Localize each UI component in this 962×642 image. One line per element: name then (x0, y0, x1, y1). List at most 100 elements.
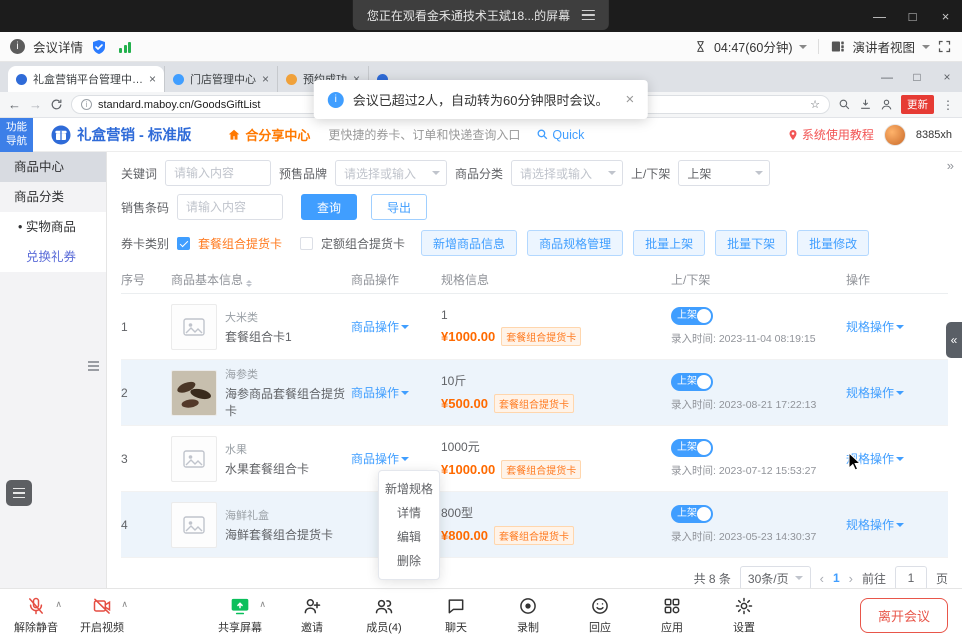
members-button[interactable]: 成员(4) (362, 596, 406, 635)
update-button[interactable]: 更新 (901, 95, 934, 114)
batch-edit-button[interactable]: 批量修改 (797, 230, 869, 256)
site-info-icon[interactable]: i (81, 99, 92, 110)
security-shield-icon[interactable] (91, 39, 107, 55)
price: ¥1000.00 (441, 462, 495, 477)
browser-maximize-button[interactable]: □ (902, 62, 932, 92)
spec-action-link[interactable]: 规格操作 (846, 318, 904, 335)
browser-tab-active[interactable]: 礼盒营销平台管理中… × (8, 66, 164, 92)
sidebar-section-goods-center[interactable]: 商品中心 (0, 152, 106, 182)
category-select[interactable]: 请选择或输入 (511, 160, 623, 186)
share-options-expand-icon[interactable]: ∧ (259, 599, 266, 610)
refresh-icon[interactable] (50, 98, 63, 111)
shelf-status-select[interactable]: 上架 (678, 160, 770, 186)
share-center-link[interactable]: 合分享中心 (227, 125, 310, 144)
tab-close-icon[interactable]: × (262, 72, 269, 86)
browser-menu-icon[interactable]: ⋮ (942, 98, 954, 112)
batch-off-shelf-button[interactable]: 批量下架 (715, 230, 787, 256)
toast-close-icon[interactable]: × (625, 91, 634, 108)
menu-item-add-spec[interactable]: 新增规格 (379, 477, 439, 501)
browser-tab[interactable]: 门店管理中心 × (164, 66, 277, 92)
chevron-down-icon (795, 576, 803, 584)
banner-menu-icon[interactable] (582, 10, 595, 21)
forward-button[interactable]: → (29, 97, 42, 112)
next-page-button[interactable]: › (849, 571, 853, 586)
add-product-button[interactable]: 新增商品信息 (421, 230, 517, 256)
keyword-label: 关键词 (121, 165, 157, 182)
on-shelf-toggle[interactable]: 上架 (671, 373, 713, 391)
maximize-button[interactable]: □ (896, 0, 929, 32)
search-icon[interactable] (838, 98, 851, 111)
sidebar-item-physical-goods[interactable]: • 实物商品 (0, 212, 106, 242)
brand-select[interactable]: 请选择或输入 (335, 160, 447, 186)
sidebar-collapse-icon[interactable] (88, 361, 99, 371)
timer-chevron-down-icon[interactable] (799, 45, 807, 53)
close-button[interactable]: × (929, 0, 962, 32)
chevron-down-icon (896, 325, 904, 333)
back-button[interactable]: ← (8, 97, 21, 112)
share-screen-button[interactable]: 共享屏幕 ∧ (218, 596, 262, 635)
menu-item-detail[interactable]: 详情 (379, 501, 439, 525)
view-mode-button[interactable]: 演讲者视图 (852, 37, 915, 56)
side-panel-collapse-handle[interactable]: « (946, 322, 962, 358)
barcode-input[interactable] (177, 194, 283, 220)
unmute-button[interactable]: 解除静音 ∧ (14, 596, 58, 635)
start-video-button[interactable]: 开启视频 ∧ (80, 596, 124, 635)
reaction-button[interactable]: 回应 (578, 596, 622, 635)
apps-button[interactable]: 应用 (650, 596, 694, 635)
sidebar-item-gift-voucher-active[interactable]: 兑换礼券 (0, 242, 106, 272)
view-chevron-down-icon[interactable] (922, 45, 930, 53)
tab-close-icon[interactable]: × (149, 72, 156, 86)
video-options-expand-icon[interactable]: ∧ (121, 599, 128, 610)
tutorial-link[interactable]: 系统使用教程 (787, 126, 874, 143)
mic-options-expand-icon[interactable]: ∧ (55, 599, 62, 610)
current-page[interactable]: 1 (833, 571, 840, 585)
combo-card-label[interactable]: 套餐组合提货卡 (198, 235, 282, 252)
meeting-details-button[interactable]: 会议详情 (33, 37, 83, 56)
quick-search-link[interactable]: Quick (536, 128, 584, 142)
product-action-link[interactable]: 商品操作 (351, 384, 409, 401)
product-action-link[interactable]: 商品操作 (351, 318, 409, 335)
product-action-link-open[interactable]: 商品操作 (351, 450, 409, 467)
menu-item-delete[interactable]: 删除 (379, 549, 439, 573)
meeting-timer[interactable]: 04:47(60分钟) (714, 37, 793, 56)
goto-page-input[interactable] (895, 566, 927, 588)
menu-item-edit[interactable]: 编辑 (379, 525, 439, 549)
on-shelf-toggle[interactable]: 上架 (671, 307, 713, 325)
user-avatar[interactable] (884, 124, 906, 146)
export-button[interactable]: 导出 (371, 194, 427, 220)
sort-icon[interactable] (246, 280, 252, 287)
record-button[interactable]: 录制 (506, 596, 550, 635)
invite-button[interactable]: 邀请 (290, 596, 334, 635)
keyword-input[interactable] (165, 160, 271, 186)
floating-task-list-button[interactable] (6, 480, 32, 506)
col-product-info[interactable]: 商品基本信息 (171, 271, 351, 288)
fixed-card-label[interactable]: 定额组合提货卡 (321, 235, 405, 252)
bookmark-star-icon[interactable]: ☆ (810, 98, 820, 111)
on-shelf-toggle[interactable]: 上架 (671, 505, 713, 523)
on-shelf-toggle[interactable]: 上架 (671, 439, 713, 457)
browser-close-button[interactable]: × (932, 62, 962, 92)
combo-card-checkbox-checked[interactable] (177, 237, 190, 250)
username[interactable]: 8385xh (916, 129, 952, 141)
download-icon[interactable] (859, 98, 872, 111)
prev-page-button[interactable]: ‹ (820, 571, 824, 586)
spec-action-link[interactable]: 规格操作 (846, 384, 904, 401)
chevron-down-icon (401, 325, 409, 333)
page-size-select[interactable]: 30条/页 (740, 566, 811, 588)
sidebar-item-goods-category[interactable]: 商品分类 (0, 182, 106, 212)
fixed-card-checkbox[interactable] (300, 237, 313, 250)
profile-icon[interactable] (880, 98, 893, 111)
batch-on-shelf-button[interactable]: 批量上架 (633, 230, 705, 256)
settings-button[interactable]: 设置 (722, 596, 766, 635)
leave-meeting-button[interactable]: 离开会议 (860, 598, 948, 633)
spec-manage-button[interactable]: 商品规格管理 (527, 230, 623, 256)
function-nav-tab[interactable]: 功能导航 (0, 118, 33, 152)
chat-button[interactable]: 聊天 (434, 596, 478, 635)
fullscreen-icon[interactable] (937, 39, 952, 54)
browser-minimize-button[interactable]: — (872, 62, 902, 92)
search-button[interactable]: 查询 (301, 194, 357, 220)
panel-collapse-button[interactable]: » (947, 158, 954, 173)
spec-action-link[interactable]: 规格操作 (846, 516, 904, 533)
sidebar-item-label: 实物商品 (26, 220, 76, 234)
minimize-button[interactable]: — (863, 0, 896, 32)
